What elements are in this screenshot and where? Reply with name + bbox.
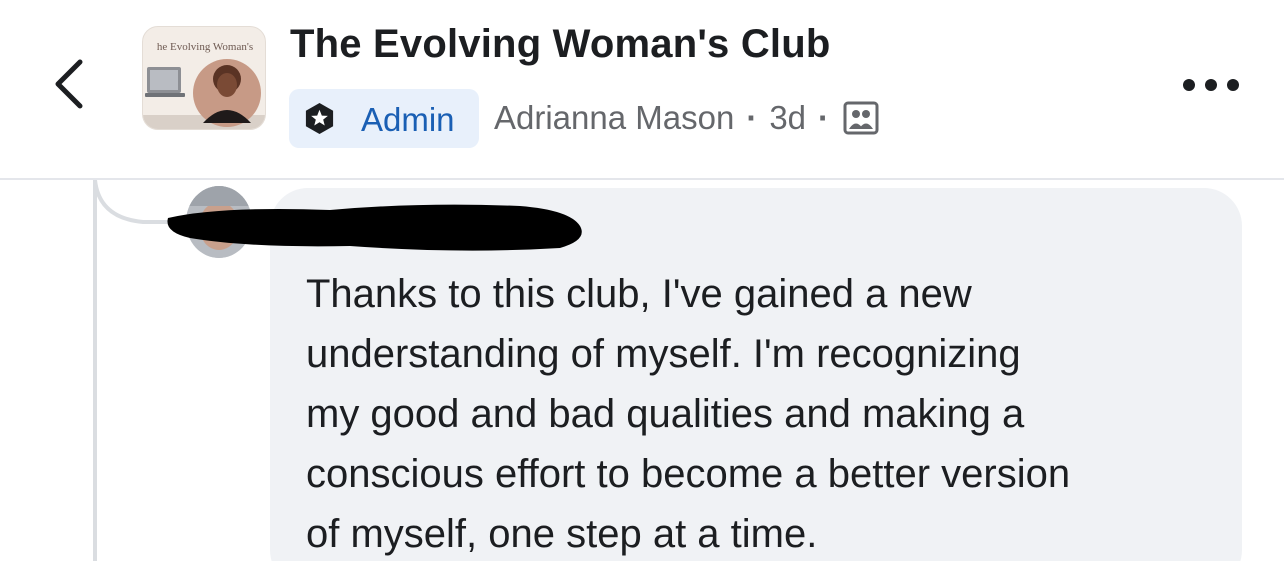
admin-badge-label: Admin bbox=[361, 101, 455, 138]
meta-separator: · bbox=[746, 99, 758, 136]
chevron-left-icon[interactable] bbox=[46, 52, 92, 116]
group-thumbnail-image bbox=[143, 59, 265, 129]
meta-separator: · bbox=[818, 99, 830, 136]
post-author-name[interactable]: Adrianna Mason bbox=[494, 99, 734, 137]
admin-badge[interactable]: Admin bbox=[289, 89, 479, 148]
group-members-icon[interactable] bbox=[843, 101, 879, 135]
group-title[interactable]: The Evolving Woman's Club bbox=[290, 22, 831, 67]
comment-text: Thanks to this club, I've gained a new u… bbox=[306, 272, 1071, 556]
post-timestamp[interactable]: 3d bbox=[769, 99, 806, 137]
header-divider bbox=[0, 178, 1284, 180]
group-thumbnail[interactable]: he Evolving Woman's bbox=[142, 26, 266, 130]
commenter-name-redaction[interactable] bbox=[160, 196, 590, 258]
post-meta: Adrianna Mason · 3d · bbox=[494, 96, 879, 140]
post-header: he Evolving Woman's The Evolving Woman's… bbox=[0, 0, 1284, 178]
post-page: he Evolving Woman's The Evolving Woman's… bbox=[0, 0, 1284, 561]
star-shield-icon bbox=[305, 102, 334, 135]
thread-line bbox=[93, 180, 97, 561]
more-horizontal-icon[interactable] bbox=[1176, 70, 1246, 100]
